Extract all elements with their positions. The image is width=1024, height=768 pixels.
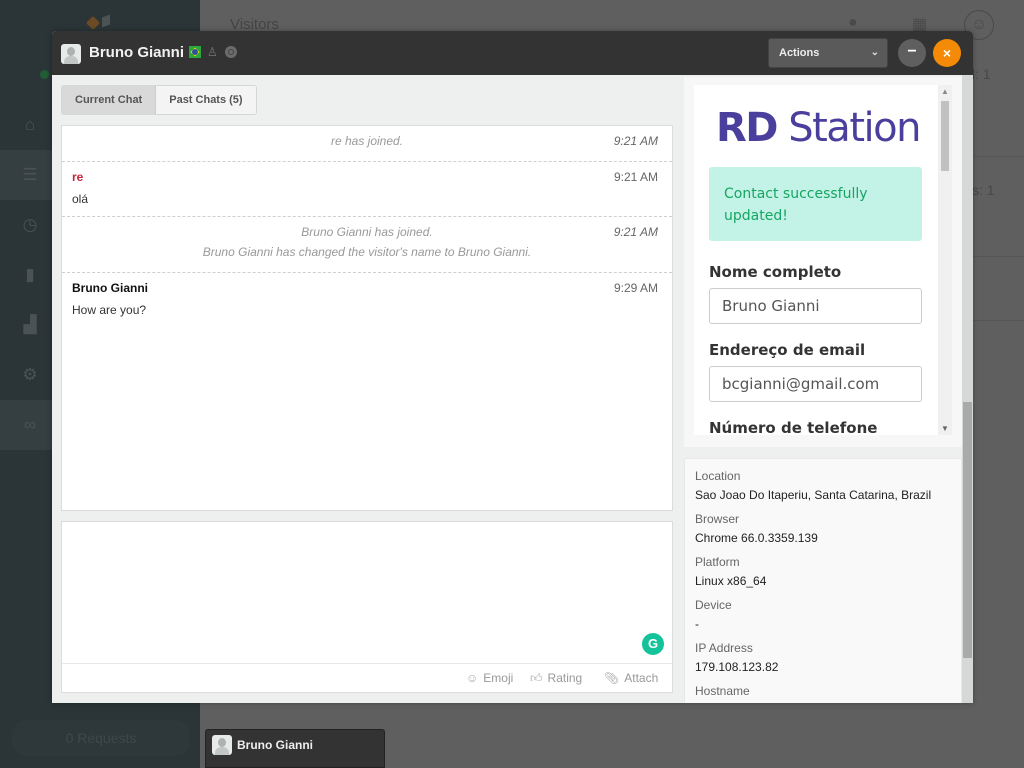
smiley-icon: ☺ <box>466 671 479 685</box>
rating-label: Rating <box>547 671 583 685</box>
scroll-thumb[interactable] <box>941 101 949 171</box>
info-value: Sao Joao Do Itaperiu, Santa Catarina, Br… <box>695 488 932 502</box>
actions-dropdown[interactable]: Actions ⌄ <box>768 38 888 68</box>
status-indicator <box>40 70 49 79</box>
bar-chart-icon: ▮ <box>25 265 35 284</box>
scroll-up-icon[interactable]: ▲ <box>941 87 949 96</box>
info-value: Linux x86_64 <box>695 574 767 588</box>
message-time: 9:29 AM <box>613 281 658 295</box>
divider <box>972 256 1024 257</box>
home-icon: ⌂ <box>24 115 36 134</box>
rings-icon: ∞ <box>23 415 37 434</box>
gear-icon: ⚙ <box>22 365 38 384</box>
info-value: 179.108.123.82 <box>695 660 779 674</box>
rd-station-frame: RD Station Contact successfully updated!… <box>694 85 942 435</box>
info-label: Platform <box>695 555 740 569</box>
minimize-button[interactable]: − <box>898 39 926 67</box>
visitor-name: Bruno Gianni <box>89 44 184 61</box>
visitor-avatar <box>212 735 232 755</box>
chat-window: Bruno Gianni ♙ Actions ⌄ − × Current Cha… <box>52 31 973 703</box>
rd-station-logo: RD Station <box>716 105 921 151</box>
info-label: Location <box>695 469 741 483</box>
visitors-icon: ☰ <box>22 165 38 184</box>
chat-log[interactable]: re has joined. 9:21 AM re olá 9:21 AM Br… <box>61 125 673 511</box>
success-alert: Contact successfully updated! <box>709 167 922 241</box>
bg-count: s: 1 <box>972 182 995 198</box>
attach-button[interactable]: 📎︎ Attach <box>604 671 658 685</box>
rd-station-scrollbar[interactable]: ▲ ▼ <box>938 85 952 435</box>
info-label: Hostname <box>695 684 750 698</box>
line-chart-icon: ▟ <box>23 315 37 334</box>
message-time: 9:21 AM <box>613 134 658 148</box>
divider <box>972 156 1024 157</box>
paperclip-icon: 📎︎ <box>604 671 620 685</box>
info-label: Browser <box>695 512 740 526</box>
emoji-label: Emoji <box>483 671 514 685</box>
scroll-thumb[interactable] <box>963 402 972 658</box>
message-time: 9:21 AM <box>613 225 658 239</box>
message-text: How are you? <box>72 303 147 317</box>
clock-icon: ◷ <box>22 215 38 234</box>
tab-current-chat[interactable]: Current Chat <box>62 86 157 114</box>
system-text: Bruno Gianni has changed the visitor's n… <box>202 245 532 259</box>
scroll-down-icon[interactable]: ▼ <box>941 424 949 433</box>
info-label: IP Address <box>695 641 753 655</box>
system-message: Bruno Gianni has joined. Bruno Gianni ha… <box>62 217 672 273</box>
email-input[interactable]: bcgianni@gmail.com <box>709 366 922 402</box>
logo-bold: RD <box>716 105 779 151</box>
message-sender: Bruno Gianni <box>72 281 148 295</box>
chrome-icon <box>225 46 237 58</box>
attach-label: Attach <box>624 671 659 685</box>
chat-window-header[interactable]: Bruno Gianni ♙ Actions ⌄ − × <box>52 31 973 75</box>
full-name-input[interactable]: Bruno Gianni <box>709 288 922 324</box>
chat-tabs: Current Chat Past Chats (5) <box>61 85 257 115</box>
info-label: Device <box>695 598 732 612</box>
bg-count: l: 1 <box>972 66 991 82</box>
divider <box>972 320 1024 321</box>
message-text: olá <box>72 192 89 206</box>
chat-tab-name: Bruno Gianni <box>237 738 313 752</box>
brazil-flag-icon <box>189 46 201 58</box>
visitor-avatar <box>61 44 81 64</box>
system-text: re has joined. <box>330 134 404 148</box>
system-message: re has joined. 9:21 AM <box>62 126 672 162</box>
field-label: Número de telefone <box>709 419 878 435</box>
field-label: Nome completo <box>709 263 842 281</box>
emoji-button[interactable]: ☺ Emoji <box>466 671 513 685</box>
close-button[interactable]: × <box>933 39 961 67</box>
window-scrollbar[interactable] <box>962 75 973 703</box>
rating-button[interactable]: 👍︎ Rating <box>530 671 582 686</box>
message-sender: re <box>72 170 84 184</box>
rd-station-panel: RD Station Contact successfully updated!… <box>684 77 962 447</box>
actions-label: Actions <box>779 47 820 59</box>
tab-past-chats[interactable]: Past Chats (5) <box>156 86 256 114</box>
chevron-down-icon: ⌄ <box>870 47 879 58</box>
info-value: Chrome 66.0.3359.139 <box>695 531 818 545</box>
logo-regular: Station <box>788 105 921 151</box>
field-label: Endereço de email <box>709 341 866 359</box>
system-text: Bruno Gianni has joined. <box>301 225 433 239</box>
thumbs-up-icon: 👍︎ <box>530 671 543 685</box>
message-time: 9:21 AM <box>613 170 658 184</box>
linux-icon: ♙ <box>207 45 218 59</box>
agent-message: Bruno Gianni How are you? 9:29 AM <box>62 273 672 327</box>
compose-toolbar: ☺ Emoji 👍︎ Rating 📎︎ Attach <box>62 663 672 692</box>
minimized-chat-tab[interactable]: Bruno Gianni <box>205 729 385 768</box>
requests-button[interactable]: 0 Requests <box>12 720 190 756</box>
info-value: - <box>695 617 699 631</box>
grammarly-icon[interactable]: G <box>642 633 664 655</box>
visitor-info-panel: Location Sao Joao Do Itaperiu, Santa Cat… <box>684 458 962 703</box>
chat-dots-icon[interactable]: ● <box>848 14 858 32</box>
visitor-message: re olá 9:21 AM <box>62 162 672 217</box>
message-input[interactable]: G ☺ Emoji 👍︎ Rating 📎︎ Attach <box>61 521 673 693</box>
